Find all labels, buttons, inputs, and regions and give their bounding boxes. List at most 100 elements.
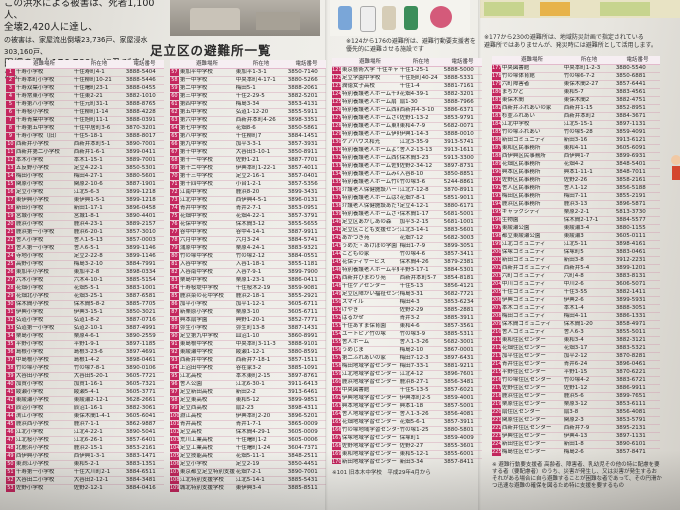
- shelter-address: 竹の塚4-6: [399, 251, 426, 257]
- shelter-row: 148 千住ケアセンター 千住5-13 3856-4121: [332, 283, 482, 291]
- shelter-row: 82 入谷南中学校 入谷7-9-1 3899-7900: [170, 269, 326, 277]
- shelter-number: 45: [6, 421, 15, 428]
- shelter-phone: 3887-1431: [287, 325, 318, 331]
- shelter-row: 42 東綾瀬小学校 東綾瀬2-12-1 3628-2661: [6, 397, 164, 405]
- shelter-address: 綾瀬1-12-1: [235, 349, 265, 355]
- shelter-name: 足立新田高校: [179, 389, 213, 395]
- shelter-name: 竹の塚中学校: [179, 253, 213, 259]
- shelter-address: 鹿浜2-15-1: [73, 445, 103, 451]
- shelter-name: 淵江高校: [179, 413, 202, 419]
- shelter-phone: 3886-1331: [615, 313, 646, 319]
- shelter-column: 避難場所 所在地 電話番号 57 東加平中学校 東加平1-3-1 3850-7140 58 第一…: [170, 60, 326, 492]
- shelter-column: 避難場所 所在地 電話番号 1 千寿小学校 千住寿町4-1 3888-5404 2 千寿本町小学…: [6, 60, 164, 492]
- shelter-name: 東加平中学校: [179, 69, 213, 75]
- shelter-address: 保木間1-17: [399, 211, 429, 217]
- shelter-number: 39: [6, 373, 15, 380]
- shelter-address: 宮城1-8-1: [73, 213, 100, 219]
- shelter-row: 108 江北特別支援学校 江北5-14-1 3885-5431: [170, 477, 326, 485]
- shelter-phone: 3857-3911: [443, 419, 474, 425]
- shelter-address: 西新井4-3-10: [399, 107, 435, 113]
- shelter-number: 52: [6, 477, 15, 484]
- shelter-row: 206 伊興コミュニティ 伊興2-6 3899-5931: [492, 297, 660, 305]
- shelter-name: けやき: [341, 307, 359, 313]
- shelter-number: 135: [332, 179, 341, 186]
- shelter-address: 扇2-23: [235, 405, 254, 411]
- shelter-column: 避難場所 所在地 電話番号 177 中央図書館 中央本町1-2-3 3880-5540 178…: [492, 56, 660, 456]
- shelter-number: 11: [6, 149, 15, 156]
- shelter-address: 千住大川町2-1: [73, 469, 111, 475]
- shelter-name: 花畑中学校: [179, 213, 208, 219]
- shelter-row: 160 鹿浜地域学習センター 鹿浜8-27-1 3856-3481: [332, 379, 482, 387]
- shelter-address: 千住曙町23-1: [73, 85, 109, 91]
- shelter-name: 梅田小学校: [15, 173, 44, 179]
- shelter-phone: 3856-5188: [615, 185, 646, 191]
- shelter-phone: 3888-5331: [443, 75, 474, 81]
- shelter-address: 舎人2-13-13: [399, 147, 433, 153]
- shelter-address: 江北6-30-1: [235, 381, 265, 387]
- shelter-name: 佐野地域学習センター: [341, 443, 397, 449]
- shelter-address: 佐野2-29: [399, 307, 424, 313]
- shelter-number: 99: [170, 405, 179, 412]
- shelter-name: 入谷中学校: [179, 261, 208, 267]
- shelter-name: 千寿双葉小学校: [15, 85, 55, 91]
- shelter-phone: 3913-1611: [443, 147, 474, 153]
- shelter-phone: 3885-5311: [443, 331, 474, 337]
- shelter-address: 東和5-12-1: [399, 451, 429, 457]
- shelter-phone: 3870-8281: [615, 353, 646, 359]
- shelter-row: 21 鹿浜第一小学校 鹿浜6-20-1 3857-3010: [6, 229, 164, 237]
- shelter-number: 212: [492, 345, 501, 352]
- shelter-name: 弘道第一小学校: [15, 325, 55, 331]
- shelter-address: 江北7-12-8: [399, 187, 429, 193]
- shelter-name: 特別養護老人ホーム西新井: [341, 107, 399, 113]
- shelter-name: 西新井中学校: [179, 357, 213, 363]
- shelter-address: 鹿浜2-18-1: [235, 293, 265, 299]
- shelter-phone: 3887-7701: [287, 157, 318, 163]
- shelter-phone: 3848-7011: [615, 169, 646, 175]
- shelter-name: 本木小学校: [15, 157, 44, 163]
- shelter-row: 192 舎人区民事務所 舎人1-12 3856-5188: [492, 185, 660, 193]
- shelter-phone: 3896-0131: [287, 197, 318, 203]
- shelter-phone: 3848-2511: [287, 453, 318, 459]
- shelter-number: 38: [6, 365, 15, 372]
- shelter-number: 5: [6, 101, 15, 108]
- shelter-address: 六町4-8: [563, 273, 584, 279]
- shelter-number: 224: [492, 441, 501, 448]
- shelter-phone: 3884-3481: [125, 477, 156, 483]
- shelter-number: 77: [170, 229, 179, 236]
- shelter-address: 鹿浜3-13: [563, 201, 588, 207]
- shelter-row: 6 千寿桜小学校 千住柳町1-14 3888-4228: [6, 109, 164, 117]
- shelter-address: 花畑5-11-1: [235, 453, 265, 459]
- shelter-number: 143: [332, 243, 341, 250]
- shelter-number: 178: [492, 73, 501, 80]
- shelter-number: 193: [492, 193, 501, 200]
- shelter-row: 165 花畑地域学習センター 花畑5-6-1 3857-3911: [332, 419, 482, 427]
- shelter-name: 東京藝術大学 千住キャンパス: [341, 67, 399, 73]
- shelter-name: 特別養護老人ホーム西保木間: [341, 155, 399, 161]
- shelter-phone: 3855-5911: [287, 109, 318, 115]
- footnote-right: ※ 避難行動要支援者 高齢者、障害者、乳幼児その他の特に配慮を要する者（要配慮者…: [492, 462, 662, 489]
- shelter-phone: 3880-1155: [615, 225, 646, 231]
- shelter-name: スマイル: [341, 299, 364, 305]
- shelter-number: 218: [492, 393, 501, 400]
- shelter-address: 花畑5-5-1: [73, 285, 100, 291]
- shelter-phone: 3882-5201: [287, 93, 318, 99]
- shelter-number: 31: [6, 309, 15, 316]
- shelter-address: 東保木間2-27: [563, 81, 599, 87]
- shelter-phone: 3883-1471: [125, 453, 156, 459]
- shelter-address: 栗原4-24-1: [235, 245, 265, 251]
- shelter-row: 219 栗原住区センター 栗原3-12 3853-6111: [492, 401, 660, 409]
- top-right-illustration: [480, 0, 680, 18]
- shelter-name: 入谷南中学校: [179, 269, 213, 275]
- shelter-row: 125 特別養護老人ホーム扇 扇1-30 3888-7966: [332, 99, 482, 107]
- shelter-number: 30: [6, 301, 15, 308]
- shelter-name: 大谷田二小学校: [15, 477, 55, 483]
- shelter-row: 60 第三中学校 千住2-29-5 3882-5201: [170, 93, 326, 101]
- shelter-row: 162 伊興地域学習センター 伊興本町2-5 3859-4001: [332, 395, 482, 403]
- shelter-address: 千住元町31-1: [73, 101, 109, 107]
- shelter-number: 166: [332, 427, 341, 434]
- shelter-address: 佐野1-21: [235, 157, 260, 163]
- shelter-row: 199 江北コミュニティ 江北5-11 3898-4161: [492, 241, 660, 249]
- shelter-address: 江北4-12: [399, 371, 424, 377]
- shelter-row: 190 興本区民事務所 興本1-11-1 3848-7011: [492, 169, 660, 177]
- shelter-address: 梅田4-11: [563, 313, 588, 319]
